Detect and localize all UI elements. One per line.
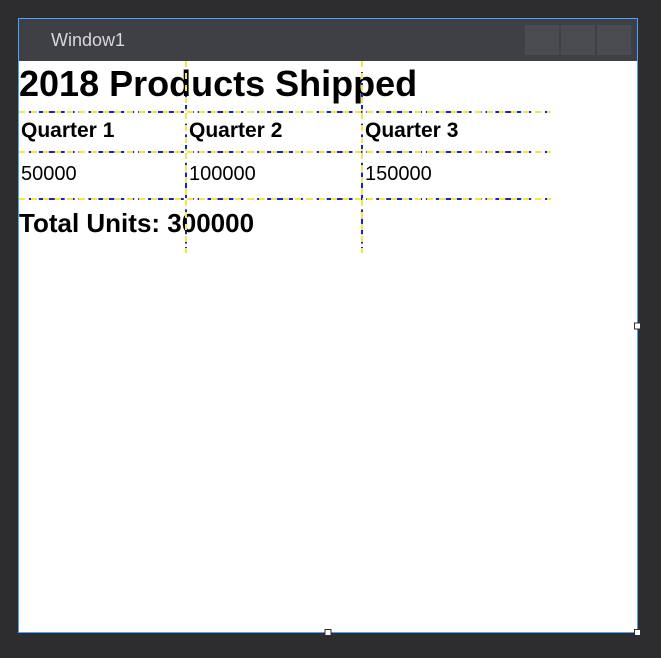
grid-cell [187,200,363,253]
total-cell: Total Units: 300000 [19,200,187,253]
grid-cell: 50000 [19,153,187,198]
header-row: Quarter 1 Quarter 2 Quarter 3 [19,113,551,153]
total-row: Total Units: 300000 [19,200,551,253]
column-header: Quarter 3 [365,119,549,143]
data-row: 50000 100000 150000 [19,153,551,200]
resize-handle-right[interactable] [634,322,641,329]
grid-cell: Quarter 3 [363,113,551,151]
data-value: 150000 [365,163,549,186]
title-row: 2018 Products Shipped [19,61,551,113]
column-header: Quarter 1 [21,119,183,143]
grid-cell: Quarter 2 [187,113,363,151]
data-value: 100000 [189,163,359,186]
window-title-bar: Window1 [19,19,637,61]
grid-cell: 100000 [187,153,363,198]
title-cell: 2018 Products Shipped [19,61,187,111]
maximize-button[interactable] [561,25,595,55]
window-title: Window1 [51,30,125,51]
layout-grid: 2018 Products Shipped Quarter 1 Quarter … [19,61,551,253]
grid-cell: Quarter 1 [19,113,187,151]
grid-cell [187,61,363,111]
grid-cell [363,200,551,253]
resize-handle-bottom[interactable] [325,629,332,636]
grid-cell: 150000 [363,153,551,198]
minimize-button[interactable] [525,25,559,55]
column-header: Quarter 2 [189,119,359,143]
page-title: 2018 Products Shipped [19,63,185,105]
grid-cell [363,61,551,111]
designer-selection[interactable]: Window1 2018 Products Shipped Quarter 1 … [18,18,638,633]
window-client-area[interactable]: 2018 Products Shipped Quarter 1 Quarter … [19,61,637,632]
total-label: Total Units: 300000 [19,208,185,239]
data-value: 50000 [21,163,183,186]
resize-handle-corner[interactable] [634,629,641,636]
close-button[interactable] [597,25,631,55]
window-control-buttons [525,25,631,55]
